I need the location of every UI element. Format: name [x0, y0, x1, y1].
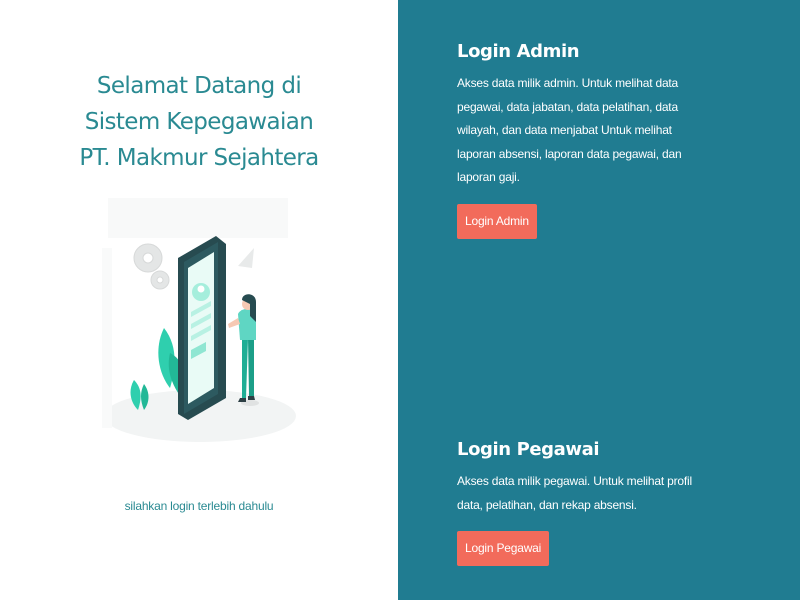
admin-login-title: Login Admin: [457, 41, 580, 62]
welcome-heading: Selamat Datang di Sistem Kepegawaian PT.…: [0, 68, 398, 176]
login-options-panel: Login Admin Akses data milik admin. Untu…: [398, 0, 800, 600]
person-with-phone-illustration: [88, 188, 310, 478]
login-hint-text: silahkan login terlebih dahulu: [124, 499, 274, 513]
login-page: Selamat Datang di Sistem Kepegawaian PT.…: [0, 0, 800, 600]
pegawai-login-section: Login Pegawai Akses data milik pegawai. …: [457, 438, 757, 566]
welcome-line-2: Sistem Kepegawaian: [84, 109, 314, 135]
admin-login-description: Akses data milik admin. Untuk melihat da…: [457, 76, 682, 184]
login-pegawai-button[interactable]: Login Pegawai: [457, 531, 550, 566]
pegawai-login-description: Akses data milik pegawai. Untuk melihat …: [457, 474, 692, 512]
login-admin-button[interactable]: Login Admin: [457, 203, 537, 239]
welcome-line-3: PT. Makmur Sejahtera: [79, 145, 319, 171]
admin-login-section: Login Admin Akses data milik admin. Untu…: [457, 40, 757, 239]
welcome-line-1: Selamat Datang di: [96, 73, 302, 99]
welcome-panel: Selamat Datang di Sistem Kepegawaian PT.…: [0, 0, 398, 600]
pegawai-login-title: Login Pegawai: [457, 439, 600, 460]
